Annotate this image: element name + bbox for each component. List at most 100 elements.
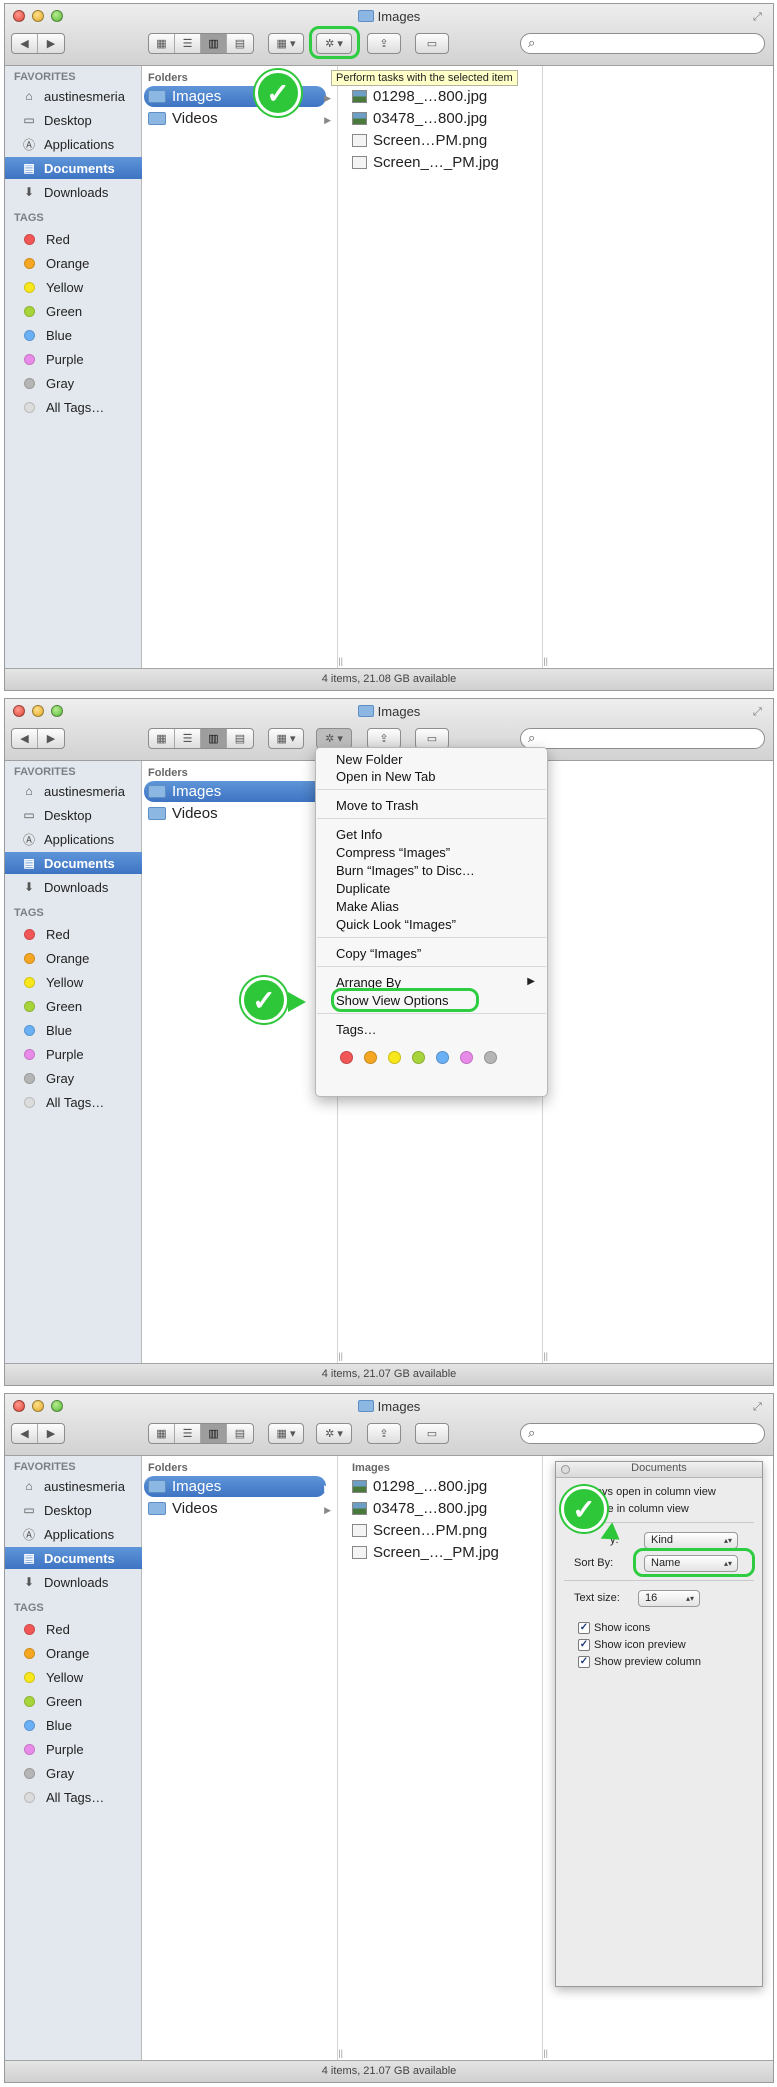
sidebar-item-documents[interactable]: ▤ Documents bbox=[5, 852, 142, 874]
sidebar-item-downloads[interactable]: ⬇ Downloads bbox=[5, 876, 142, 898]
tag-item-red[interactable]: Red bbox=[5, 1618, 142, 1640]
column-resize-handle[interactable]: || bbox=[543, 2048, 548, 2058]
menu-item-quick-look[interactable]: Quick Look “Images” bbox=[336, 917, 456, 932]
tag-item-yellow[interactable]: Yellow bbox=[5, 276, 142, 298]
yellow-tag-dot-icon[interactable] bbox=[388, 1051, 401, 1064]
menu-item-get-info[interactable]: Get Info bbox=[336, 827, 382, 842]
menu-item-open-in-new-tab[interactable]: Open in New Tab bbox=[336, 769, 436, 784]
forward-arrow-icon[interactable]: ▶ bbox=[38, 34, 64, 53]
tag-item-orange[interactable]: Orange bbox=[5, 1642, 142, 1664]
forward-arrow-icon[interactable]: ▶ bbox=[38, 1424, 64, 1443]
menu-item-duplicate[interactable]: Duplicate bbox=[336, 881, 390, 896]
menu-item-burn-to-disc[interactable]: Burn “Images” to Disc… bbox=[336, 863, 475, 878]
edit-tags-button[interactable]: ▭ bbox=[415, 728, 449, 749]
show-icon-preview-checkbox[interactable]: ✓ bbox=[578, 1639, 590, 1651]
sidebar-item-downloads[interactable]: ⬇ Downloads bbox=[5, 181, 142, 203]
folder-row-images[interactable]: Images bbox=[144, 1476, 326, 1497]
fullscreen-icon[interactable]: ⤢ bbox=[753, 1401, 765, 1413]
column-resize-handle[interactable]: || bbox=[338, 656, 343, 666]
tag-item-purple[interactable]: Purple bbox=[5, 1043, 142, 1065]
column-resize-handle[interactable]: || bbox=[338, 1351, 343, 1361]
back-forward-buttons[interactable]: ◀ ▶ bbox=[11, 1423, 65, 1444]
cover-flow-icon[interactable]: ▤ bbox=[227, 729, 253, 748]
edit-tags-button[interactable]: ▭ bbox=[415, 33, 449, 54]
blue-tag-dot-icon[interactable] bbox=[436, 1051, 449, 1064]
view-mode-buttons[interactable]: ▦ ☰ ▥ ▤ bbox=[148, 1423, 254, 1444]
search-field[interactable]: ⌕ bbox=[520, 1423, 765, 1444]
menu-item-new-folder[interactable]: New Folder bbox=[336, 752, 402, 767]
menu-item-tags[interactable]: Tags… bbox=[336, 1022, 376, 1037]
column-resize-handle[interactable]: || bbox=[543, 1351, 548, 1361]
share-button[interactable]: ⇪ bbox=[367, 728, 401, 749]
cover-flow-icon[interactable]: ▤ bbox=[227, 34, 253, 53]
show-preview-column-checkbox[interactable]: ✓ bbox=[578, 1656, 590, 1668]
column-view-icon[interactable]: ▥ bbox=[201, 34, 227, 53]
green-tag-dot-icon[interactable] bbox=[412, 1051, 425, 1064]
file-row[interactable]: 01298_…800.jpg bbox=[348, 1476, 487, 1497]
sidebar-item-downloads[interactable]: ⬇ Downloads bbox=[5, 1571, 142, 1593]
tag-item-orange[interactable]: Orange bbox=[5, 947, 142, 969]
sidebar-item-desktop[interactable]: ▭ Desktop bbox=[5, 1499, 142, 1521]
menu-item-compress[interactable]: Compress “Images” bbox=[336, 845, 450, 860]
file-row[interactable]: 03478_…800.jpg bbox=[348, 108, 487, 129]
cover-flow-icon[interactable]: ▤ bbox=[227, 1424, 253, 1443]
list-view-icon[interactable]: ☰ bbox=[175, 729, 201, 748]
tag-item-blue[interactable]: Blue bbox=[5, 1019, 142, 1041]
folder-row-videos[interactable]: Videos bbox=[144, 803, 326, 824]
column-resize-handle[interactable]: || bbox=[338, 2048, 343, 2058]
search-field[interactable]: ⌕ bbox=[520, 33, 765, 54]
file-row[interactable]: 01298_…800.jpg bbox=[348, 86, 487, 107]
sidebar-item-applications[interactable]: Ⓐ Applications bbox=[5, 828, 142, 850]
file-row[interactable]: Screen…PM.png bbox=[348, 1520, 487, 1541]
arrange-by-select[interactable]: Kind ▴▾ bbox=[644, 1532, 738, 1549]
tag-item-gray[interactable]: Gray bbox=[5, 1762, 142, 1784]
view-mode-buttons[interactable]: ▦ ☰ ▥ ▤ bbox=[148, 728, 254, 749]
sidebar-item-austinesmeria[interactable]: ⌂ austinesmeria bbox=[5, 85, 142, 107]
tag-item-purple[interactable]: Purple bbox=[5, 348, 142, 370]
sidebar-item-documents[interactable]: ▤ Documents bbox=[5, 1547, 142, 1569]
icon-view-icon[interactable]: ▦ bbox=[149, 34, 175, 53]
column-view-icon[interactable]: ▥ bbox=[201, 1424, 227, 1443]
view-mode-buttons[interactable]: ▦ ☰ ▥ ▤ bbox=[148, 33, 254, 54]
red-tag-dot-icon[interactable] bbox=[340, 1051, 353, 1064]
tag-item-orange[interactable]: Orange bbox=[5, 252, 142, 274]
tag-item-all-tags[interactable]: All Tags… bbox=[5, 1091, 142, 1113]
sidebar-item-austinesmeria[interactable]: ⌂ austinesmeria bbox=[5, 1475, 142, 1497]
menu-item-copy[interactable]: Copy “Images” bbox=[336, 946, 421, 961]
sidebar-item-documents[interactable]: ▤ Documents bbox=[5, 157, 142, 179]
sidebar-item-applications[interactable]: Ⓐ Applications bbox=[5, 133, 142, 155]
share-button[interactable]: ⇪ bbox=[367, 1423, 401, 1444]
fullscreen-icon[interactable]: ⤢ bbox=[753, 11, 765, 23]
forward-arrow-icon[interactable]: ▶ bbox=[38, 729, 64, 748]
folder-row-videos[interactable]: Videos bbox=[144, 1498, 326, 1519]
back-arrow-icon[interactable]: ◀ bbox=[12, 729, 38, 748]
menu-item-make-alias[interactable]: Make Alias bbox=[336, 899, 399, 914]
file-row[interactable]: Screen_…_PM.jpg bbox=[348, 152, 499, 173]
tag-item-green[interactable]: Green bbox=[5, 1690, 142, 1712]
file-row[interactable]: 03478_…800.jpg bbox=[348, 1498, 487, 1519]
tag-item-blue[interactable]: Blue bbox=[5, 1714, 142, 1736]
tag-item-all-tags[interactable]: All Tags… bbox=[5, 1786, 142, 1808]
tag-item-yellow[interactable]: Yellow bbox=[5, 971, 142, 993]
tag-item-purple[interactable]: Purple bbox=[5, 1738, 142, 1760]
tag-item-gray[interactable]: Gray bbox=[5, 372, 142, 394]
action-gear-button[interactable]: ✲ ▾ bbox=[316, 728, 352, 749]
tag-item-green[interactable]: Green bbox=[5, 995, 142, 1017]
fullscreen-icon[interactable]: ⤢ bbox=[753, 706, 765, 718]
tag-item-gray[interactable]: Gray bbox=[5, 1067, 142, 1089]
tag-item-red[interactable]: Red bbox=[5, 228, 142, 250]
column-resize-handle[interactable]: || bbox=[543, 656, 548, 666]
tag-item-red[interactable]: Red bbox=[5, 923, 142, 945]
sidebar-item-applications[interactable]: Ⓐ Applications bbox=[5, 1523, 142, 1545]
arrange-button[interactable]: ▦ ▾ bbox=[268, 33, 304, 54]
sidebar-item-desktop[interactable]: ▭ Desktop bbox=[5, 109, 142, 131]
file-row[interactable]: Screen…PM.png bbox=[348, 130, 487, 151]
icon-view-icon[interactable]: ▦ bbox=[149, 1424, 175, 1443]
back-forward-buttons[interactable]: ◀ ▶ bbox=[11, 728, 65, 749]
menu-item-move-to-trash[interactable]: Move to Trash bbox=[336, 798, 418, 813]
back-arrow-icon[interactable]: ◀ bbox=[12, 34, 38, 53]
sidebar-item-austinesmeria[interactable]: ⌂ austinesmeria bbox=[5, 780, 142, 802]
tag-item-green[interactable]: Green bbox=[5, 300, 142, 322]
tag-item-blue[interactable]: Blue bbox=[5, 324, 142, 346]
back-forward-buttons[interactable]: ◀ ▶ bbox=[11, 33, 65, 54]
